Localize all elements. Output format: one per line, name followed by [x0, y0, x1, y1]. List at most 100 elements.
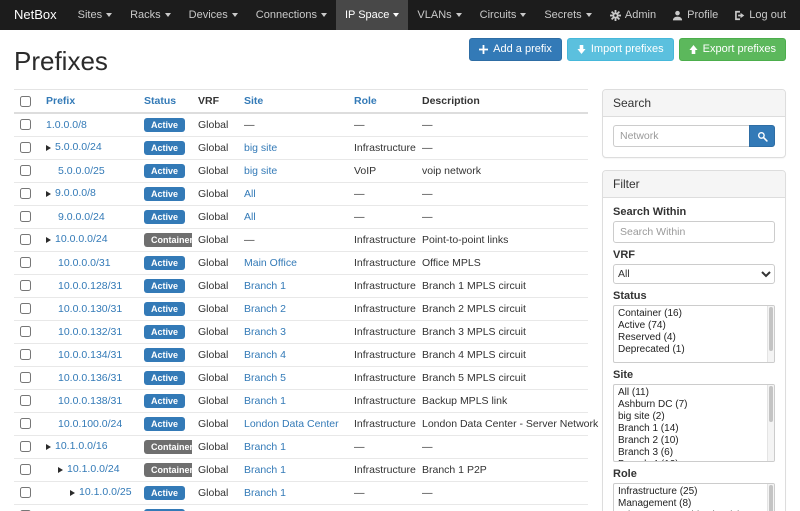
site-link[interactable]: All: [244, 211, 256, 223]
listbox-option[interactable]: Management (8): [618, 498, 764, 510]
prefix-link[interactable]: 10.0.100.0/24: [58, 418, 122, 431]
row-checkbox[interactable]: [20, 303, 31, 314]
prefix-link[interactable]: 1.0.0.0/8: [46, 119, 87, 132]
listbox-option[interactable]: Ashburn DC (7): [618, 399, 764, 411]
column-header-status[interactable]: Status: [138, 90, 192, 114]
row-checkbox[interactable]: [20, 464, 31, 475]
row-checkbox[interactable]: [20, 280, 31, 291]
row-checkbox[interactable]: [20, 211, 31, 222]
row-checkbox[interactable]: [20, 234, 31, 245]
prefix-link[interactable]: 10.0.0.128/31: [58, 280, 122, 293]
status-listbox[interactable]: Container (16)Active (74)Reserved (4)Dep…: [613, 305, 775, 363]
add-a-prefix-button[interactable]: Add a prefix: [469, 38, 562, 61]
row-checkbox[interactable]: [20, 487, 31, 498]
import-prefixes-button[interactable]: Import prefixes: [567, 38, 674, 61]
column-header-prefix[interactable]: Prefix: [40, 90, 138, 114]
site-listbox[interactable]: All (11)Ashburn DC (7)big site (2)Branch…: [613, 384, 775, 462]
caret-down-icon: [321, 13, 327, 17]
prefix-link[interactable]: 10.0.0.134/31: [58, 349, 122, 362]
prefix-link[interactable]: 10.0.0.0/24: [55, 233, 108, 246]
listbox-option[interactable]: Deprecated (1): [618, 344, 764, 356]
app-logo[interactable]: NetBox: [0, 0, 69, 30]
nav-item-sites[interactable]: Sites: [69, 0, 121, 30]
description-value: Branch 4 MPLS circuit: [422, 349, 526, 361]
prefix-link[interactable]: 10.0.0.132/31: [58, 326, 122, 339]
row-checkbox[interactable]: [20, 326, 31, 337]
prefix-link[interactable]: 10.1.0.0/25: [79, 486, 132, 499]
listbox-option[interactable]: Reserved (4): [618, 332, 764, 344]
site-link[interactable]: Branch 2: [244, 303, 286, 315]
status-listbox-scrollbar[interactable]: [767, 306, 774, 362]
vrf-value: Global: [198, 257, 228, 269]
search-button[interactable]: [749, 125, 775, 147]
vrf-select[interactable]: All: [613, 264, 775, 284]
row-checkbox[interactable]: [20, 119, 31, 130]
nav-item-circuits[interactable]: Circuits: [471, 0, 536, 30]
site-link[interactable]: big site: [244, 165, 277, 177]
listbox-option[interactable]: Branch 1 (14): [618, 423, 764, 435]
site-link[interactable]: Branch 4: [244, 349, 286, 361]
row-checkbox[interactable]: [20, 372, 31, 383]
nav-item-secrets[interactable]: Secrets: [535, 0, 600, 30]
listbox-option[interactable]: Active (74): [618, 320, 764, 332]
site-link[interactable]: Branch 3: [244, 326, 286, 338]
prefix-link[interactable]: 9.0.0.0/8: [55, 187, 96, 200]
prefix-link[interactable]: 10.0.0.138/31: [58, 395, 122, 408]
nav-item-log-out[interactable]: Log out: [726, 0, 800, 30]
site-listbox-scrollbar[interactable]: [767, 385, 774, 461]
listbox-option[interactable]: Branch 3 (6): [618, 447, 764, 459]
prefix-link[interactable]: 10.1.0.0/16: [55, 440, 108, 453]
column-header-role[interactable]: Role: [348, 90, 416, 114]
nav-item-admin[interactable]: Admin: [602, 0, 664, 30]
prefix-link[interactable]: 10.0.0.130/31: [58, 303, 122, 316]
nav-item-vlans[interactable]: VLANs: [408, 0, 470, 30]
prefix-link[interactable]: 10.1.0.0/24: [67, 463, 120, 476]
select-all-checkbox[interactable]: [20, 96, 31, 107]
search-within-input[interactable]: [613, 221, 775, 243]
site-link[interactable]: Main Office: [244, 257, 297, 269]
site-link[interactable]: London Data Center: [244, 418, 339, 430]
listbox-option[interactable]: Branch 4 (12): [618, 459, 764, 462]
site-link[interactable]: Branch 1: [244, 395, 286, 407]
role-listbox[interactable]: Infrastructure (25)Management (8)Private…: [613, 483, 775, 511]
nav-item-ip-space[interactable]: IP Space: [336, 0, 408, 30]
site-link[interactable]: Branch 1: [244, 280, 286, 292]
user-icon: [672, 10, 683, 21]
prefix-link[interactable]: 10.0.0.0/31: [58, 257, 111, 270]
listbox-option[interactable]: Branch 2 (10): [618, 435, 764, 447]
expand-children-icon: [46, 444, 51, 450]
row-checkbox[interactable]: [20, 165, 31, 176]
site-link[interactable]: big site: [244, 142, 277, 154]
prefix-link[interactable]: 5.0.0.0/25: [58, 165, 105, 178]
listbox-option[interactable]: big site (2): [618, 411, 764, 423]
listbox-option[interactable]: All (11): [618, 387, 764, 399]
prefix-link[interactable]: 5.0.0.0/24: [55, 141, 102, 154]
role-listbox-scrollbar[interactable]: [767, 484, 774, 511]
search-input[interactable]: [613, 125, 749, 147]
prefix-link[interactable]: 9.0.0.0/24: [58, 211, 105, 224]
site-link[interactable]: Branch 5: [244, 372, 286, 384]
nav-item-connections[interactable]: Connections: [247, 0, 336, 30]
row-checkbox[interactable]: [20, 188, 31, 199]
nav-item-devices[interactable]: Devices: [180, 0, 247, 30]
prefix-link[interactable]: 10.0.0.136/31: [58, 372, 122, 385]
row-checkbox[interactable]: [20, 395, 31, 406]
listbox-option[interactable]: Infrastructure (25): [618, 486, 764, 498]
row-checkbox[interactable]: [20, 418, 31, 429]
listbox-option[interactable]: Container (16): [618, 308, 764, 320]
row-checkbox[interactable]: [20, 349, 31, 360]
nav-item-racks[interactable]: Racks: [121, 0, 180, 30]
site-link[interactable]: All: [244, 188, 256, 200]
role-value: Infrastructure: [354, 349, 416, 361]
site-link[interactable]: Branch 1: [244, 441, 286, 453]
description-value: voip network: [422, 165, 481, 177]
row-checkbox[interactable]: [20, 142, 31, 153]
table-row: 9.0.0.0/8ActiveGlobalAll——: [14, 183, 588, 206]
column-header-site[interactable]: Site: [238, 90, 348, 114]
site-link[interactable]: Branch 1: [244, 464, 286, 476]
row-checkbox[interactable]: [20, 441, 31, 452]
export-prefixes-button[interactable]: Export prefixes: [679, 38, 786, 61]
nav-item-profile[interactable]: Profile: [664, 0, 726, 30]
site-link[interactable]: Branch 1: [244, 487, 286, 499]
row-checkbox[interactable]: [20, 257, 31, 268]
